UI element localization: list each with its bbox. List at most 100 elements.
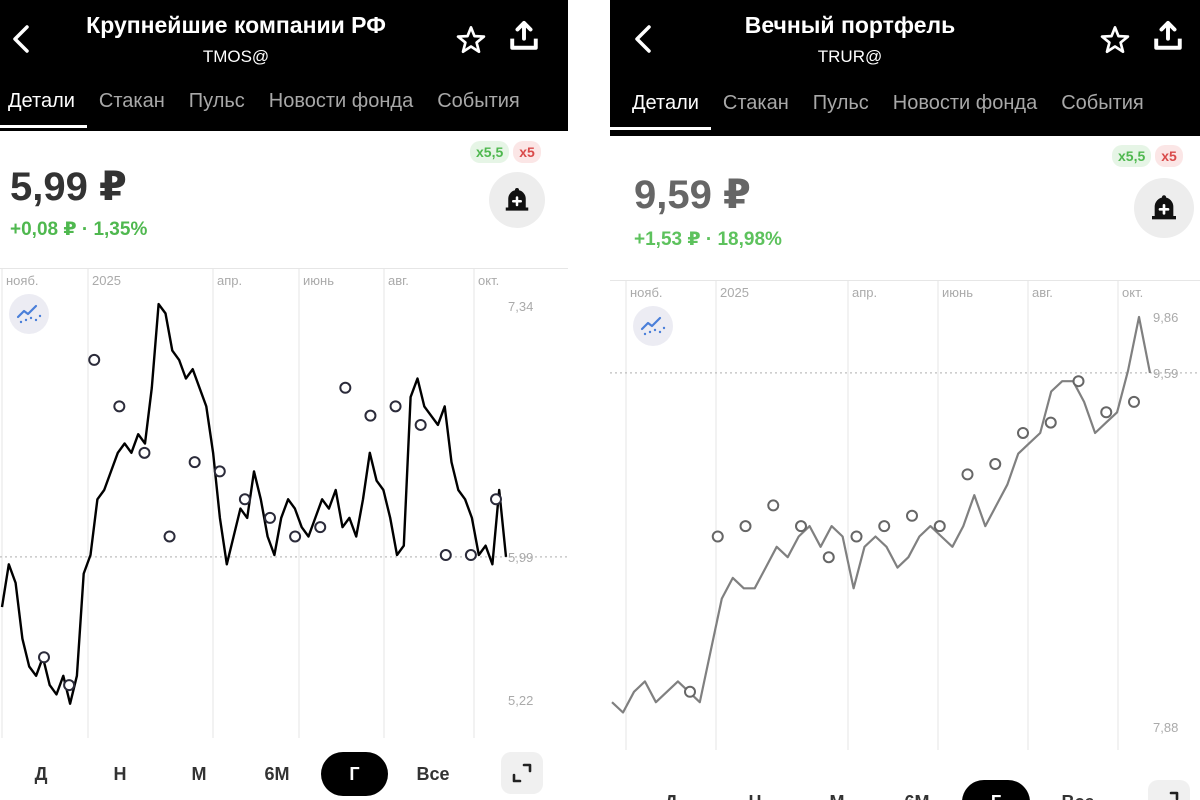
tab-bar: Детали Стакан Пульс Новости фонда Событи… (0, 84, 568, 128)
tab-details[interactable]: Детали (0, 84, 87, 128)
y-tick-label: 9,59 (1153, 366, 1178, 381)
trade-marker (1100, 406, 1113, 419)
period-6m[interactable]: 6М (888, 780, 946, 800)
x-tick-label: 2025 (720, 285, 749, 300)
expand-icon (1169, 791, 1179, 800)
period-day[interactable]: Д (646, 780, 696, 800)
x-tick-label: окт. (478, 273, 499, 288)
price: 9,59 ₽ (634, 173, 751, 217)
trend-toggle-button[interactable] (633, 306, 673, 346)
trade-marker (850, 530, 863, 543)
expand-icon (512, 763, 532, 783)
back-icon (13, 25, 29, 53)
period-month[interactable]: М (174, 752, 224, 796)
trade-marker (822, 551, 835, 564)
period-selector: Д Н М 6М Г Все (0, 752, 568, 796)
trade-marker (339, 381, 352, 394)
trend-toggle-button[interactable] (9, 294, 49, 334)
trade-marker (1044, 416, 1057, 429)
period-all[interactable]: Все (1050, 780, 1106, 800)
trade-marker (795, 520, 807, 533)
share-icon (1154, 20, 1182, 50)
tab-order-book[interactable]: Стакан (711, 86, 801, 130)
price-change: +1,53 ₽ · 18,98% (634, 229, 782, 250)
tab-fund-news[interactable]: Новости фонда (881, 86, 1049, 130)
trade-marker (238, 493, 251, 506)
tab-details[interactable]: Детали (610, 86, 711, 130)
trade-marker (1072, 375, 1085, 388)
trade-marker (933, 520, 946, 533)
price-change: +0,08 ₽ · 1,35% (10, 219, 148, 240)
trade-marker (439, 549, 452, 562)
favorite-button[interactable] (453, 22, 489, 58)
y-tick-label: 5,99 (508, 550, 533, 565)
title-block: Вечный портфель TRUR@ (650, 12, 1050, 67)
period-week[interactable]: Н (730, 780, 780, 800)
x-tick-label: авг. (1032, 285, 1053, 300)
back-button[interactable] (4, 22, 38, 56)
ticker: TMOS@ (202, 47, 270, 66)
trade-marker (767, 499, 780, 512)
favorite-button[interactable] (1097, 22, 1133, 58)
trend-icon (16, 304, 42, 324)
period-day[interactable]: Д (16, 752, 66, 796)
header: Крупнейшие компании РФ TMOS@ Детали Стак… (0, 0, 568, 131)
tab-events[interactable]: События (425, 84, 532, 128)
star-icon (456, 26, 486, 54)
trade-marker (989, 458, 1002, 471)
header: Вечный портфель TRUR@ Детали Стакан Пуль… (610, 0, 1200, 136)
screen-left: Крупнейшие компании РФ TMOS@ Детали Стак… (0, 0, 568, 800)
bell-plus-icon (505, 188, 529, 211)
price-alert-button[interactable] (489, 172, 545, 228)
price-chart[interactable]: нояб. 2025 апр. июнь авг. окт. 7,34 5,99 5,22 (0, 268, 568, 738)
x-tick-label: апр. (217, 273, 242, 288)
share-button[interactable] (1150, 18, 1186, 54)
trade-marker (188, 456, 201, 469)
trade-marker (684, 685, 696, 698)
tab-fund-news[interactable]: Новости фонда (257, 84, 425, 128)
trade-marker (364, 409, 377, 422)
y-tick-label: 7,88 (1153, 720, 1178, 735)
long-leverage-badge: x5,5 (1112, 145, 1152, 167)
period-6m[interactable]: 6М (248, 752, 306, 796)
trade-marker (961, 468, 974, 481)
y-tick-label: 9,86 (1153, 310, 1178, 325)
trade-marker (88, 353, 101, 366)
period-year[interactable]: Г (321, 752, 388, 796)
trend-icon (640, 316, 666, 336)
trade-marker (711, 530, 724, 543)
tab-pulse[interactable]: Пульс (177, 84, 257, 128)
period-all[interactable]: Все (405, 752, 461, 796)
period-month[interactable]: М (812, 780, 862, 800)
share-icon (510, 20, 538, 50)
screen-gutter (568, 0, 610, 800)
trade-marker (414, 418, 427, 431)
share-button[interactable] (506, 18, 542, 54)
expand-chart-button[interactable] (501, 752, 543, 794)
trade-marker (163, 530, 176, 543)
trade-marker (289, 530, 302, 543)
period-week[interactable]: Н (95, 752, 145, 796)
price-chart-svg: нояб. 2025 апр. июнь авг. окт. 9,86 9,59 7,88 (610, 280, 1200, 750)
trade-marker (63, 679, 76, 692)
leverage-badges: x5,5 x5 (1112, 145, 1183, 167)
y-tick-label: 7,34 (508, 299, 533, 314)
price-chart[interactable]: нояб. 2025 апр. июнь авг. окт. 9,86 9,59 7,88 (610, 280, 1200, 750)
trade-marker (464, 549, 477, 562)
short-leverage-badge: x5 (513, 141, 541, 163)
trade-marker (906, 509, 918, 522)
trade-marker (264, 511, 276, 524)
tab-events[interactable]: События (1049, 86, 1156, 130)
period-year[interactable]: Г (962, 780, 1030, 800)
x-tick-label: 2025 (92, 273, 121, 288)
tab-pulse[interactable]: Пульс (801, 86, 881, 130)
trade-marker (1017, 426, 1029, 439)
trade-marker (314, 521, 327, 534)
long-leverage-badge: x5,5 (470, 141, 510, 163)
x-tick-label: авг. (388, 273, 409, 288)
star-icon (1100, 26, 1130, 54)
price-alert-button[interactable] (1134, 178, 1194, 238)
x-tick-label: окт. (1122, 285, 1143, 300)
expand-chart-button[interactable] (1148, 780, 1190, 800)
tab-order-book[interactable]: Стакан (87, 84, 177, 128)
